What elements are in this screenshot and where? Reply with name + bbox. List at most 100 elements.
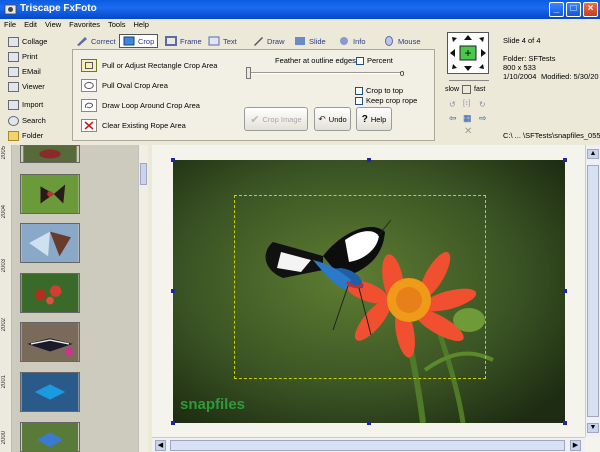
text-icon — [208, 36, 220, 46]
handle-left[interactable] — [171, 289, 175, 293]
tab-slide[interactable]: Slide — [294, 34, 326, 48]
handle-right[interactable] — [563, 289, 567, 293]
keep-crop-rope-checkbox[interactable]: Keep crop rope — [355, 96, 417, 105]
import-icon — [8, 99, 19, 110]
speed-slider[interactable] — [449, 80, 489, 83]
scroll-up-icon[interactable]: ▲ — [587, 149, 599, 159]
rectangle-crop-option[interactable]: Pull or Adjust Rectangle Crop Area — [81, 58, 217, 73]
tab-info[interactable]: Info — [338, 34, 366, 48]
keep-crop-rope-box[interactable] — [355, 96, 363, 105]
slide-icon — [295, 37, 305, 45]
speed-slider-thumb[interactable] — [462, 85, 471, 94]
handle-bottom[interactable] — [367, 421, 371, 425]
svg-text:+: + — [464, 46, 471, 60]
checkmark-icon: ✔ — [250, 113, 260, 126]
tab-mouse[interactable]: Mouse — [383, 34, 421, 48]
canvas-horizontal-thumb[interactable] — [170, 440, 565, 451]
pencil-icon — [254, 37, 263, 46]
thumbnail-3[interactable] — [20, 223, 80, 263]
scroll-down-icon[interactable]: ▼ — [587, 423, 599, 433]
percent-checkbox[interactable]: Percent — [356, 56, 393, 65]
canvas-vertical-thumb[interactable] — [587, 165, 599, 417]
menu-help[interactable]: Help — [130, 19, 153, 29]
tab-draw[interactable]: Draw — [252, 34, 285, 48]
loop-crop-option[interactable]: Draw Loop Around Crop Area — [81, 98, 200, 113]
nav-print-label: Print — [22, 52, 38, 61]
nav-viewer[interactable]: Viewer — [8, 80, 64, 93]
arrow-right-icon[interactable]: ⇨ — [479, 113, 487, 124]
thumbnail-7[interactable] — [20, 422, 80, 452]
arrow-left-icon[interactable]: ⇦ — [449, 113, 457, 124]
title-bar[interactable]: Triscape FxFoto _ □ × — [0, 0, 600, 19]
close-x-icon[interactable]: ✕ — [464, 126, 472, 137]
maximize-button[interactable]: □ — [566, 2, 581, 17]
menu-bar: File Edit View Favorites Tools Help — [0, 19, 600, 32]
menu-tools[interactable]: Tools — [104, 19, 130, 29]
grid-icon[interactable]: ▦ — [463, 113, 472, 124]
navigation-pad[interactable]: + — [447, 32, 489, 74]
menu-favorites[interactable]: Favorites — [65, 19, 104, 29]
close-button[interactable]: × — [583, 2, 598, 17]
tab-crop[interactable]: Crop — [119, 34, 159, 48]
nav-email[interactable]: EMail — [8, 65, 64, 78]
canvas-horizontal-scrollbar[interactable]: ◀ ▶ — [152, 437, 585, 452]
percent-checkbox-box[interactable] — [356, 56, 364, 65]
percent-label: Percent — [367, 56, 393, 65]
nav-folder[interactable]: Folder — [8, 129, 64, 142]
thumbnail-4[interactable] — [20, 273, 80, 313]
nav-viewer-label: Viewer — [22, 82, 45, 91]
thumbnail-5[interactable] — [20, 322, 80, 362]
crop-to-top-box[interactable] — [355, 86, 363, 95]
minimize-button[interactable]: _ — [549, 2, 564, 17]
canvas-vertical-scrollbar[interactable]: ▲ ▼ — [585, 145, 600, 437]
nav-collage-label: Collage — [22, 37, 48, 46]
nav-print[interactable]: Print — [8, 50, 64, 63]
info-icon — [340, 37, 348, 45]
nav-collage[interactable]: Collage — [8, 35, 64, 48]
nav-search[interactable]: Search — [8, 114, 64, 127]
tab-mouse-label: Mouse — [398, 36, 421, 46]
tab-correct[interactable]: Correct — [76, 34, 116, 48]
ruler-year-2001: 2001 — [1, 375, 7, 389]
menu-file[interactable]: File — [0, 19, 20, 29]
fit-icon[interactable]: [↕] — [463, 100, 470, 107]
thumbnail-scroll-thumb[interactable] — [140, 163, 147, 185]
feather-slider-thumb[interactable] — [246, 67, 251, 79]
handle-top-right[interactable] — [563, 158, 567, 162]
feather-value: 0 — [400, 69, 405, 78]
scroll-left-icon[interactable]: ◀ — [155, 440, 166, 451]
tab-frame[interactable]: Frame — [165, 34, 202, 48]
undo-label: Undo — [328, 114, 347, 124]
date-info: 1/10/2004 — [503, 72, 537, 81]
tab-info-label: Info — [353, 36, 366, 46]
menu-edit[interactable]: Edit — [20, 19, 41, 29]
undo-button[interactable]: ↶ Undo — [314, 107, 351, 131]
crop-to-top-checkbox[interactable]: Crop to top — [355, 86, 403, 95]
feather-slider[interactable] — [251, 72, 401, 74]
help-label: Help — [370, 114, 387, 124]
thumbnail-6[interactable] — [20, 372, 80, 412]
thumbnail-1[interactable] — [20, 145, 80, 163]
folder-icon — [8, 130, 19, 141]
nav-import[interactable]: Import — [8, 98, 64, 111]
handle-bottom-left[interactable] — [171, 421, 175, 425]
crop-image-button[interactable]: ✔ Crop Image — [244, 107, 308, 131]
clear-rope-option[interactable]: Clear Existing Rope Area — [81, 118, 186, 133]
rotate-left-icon[interactable]: ↺ — [449, 100, 456, 109]
menu-view[interactable]: View — [41, 19, 65, 29]
handle-top[interactable] — [367, 158, 371, 162]
handle-bottom-right[interactable] — [563, 421, 567, 425]
oval-crop-label: Pull Oval Crop Area — [102, 81, 168, 90]
oval-crop-option[interactable]: Pull Oval Crop Area — [81, 78, 168, 93]
crop-rectangle[interactable] — [234, 195, 486, 379]
thumbnail-scrollbar[interactable] — [138, 145, 148, 452]
rectangle-crop-label: Pull or Adjust Rectangle Crop Area — [102, 61, 218, 70]
handle-top-left[interactable] — [171, 158, 175, 162]
rotate-right-icon[interactable]: ↻ — [479, 100, 486, 109]
image-canvas[interactable]: snapfiles — [152, 145, 600, 452]
thumbnail-strip[interactable] — [12, 145, 138, 452]
tab-text[interactable]: Text — [208, 34, 237, 48]
help-button[interactable]: ? Help — [356, 107, 392, 131]
scroll-right-icon[interactable]: ▶ — [570, 440, 581, 451]
thumbnail-2[interactable] — [20, 174, 80, 214]
